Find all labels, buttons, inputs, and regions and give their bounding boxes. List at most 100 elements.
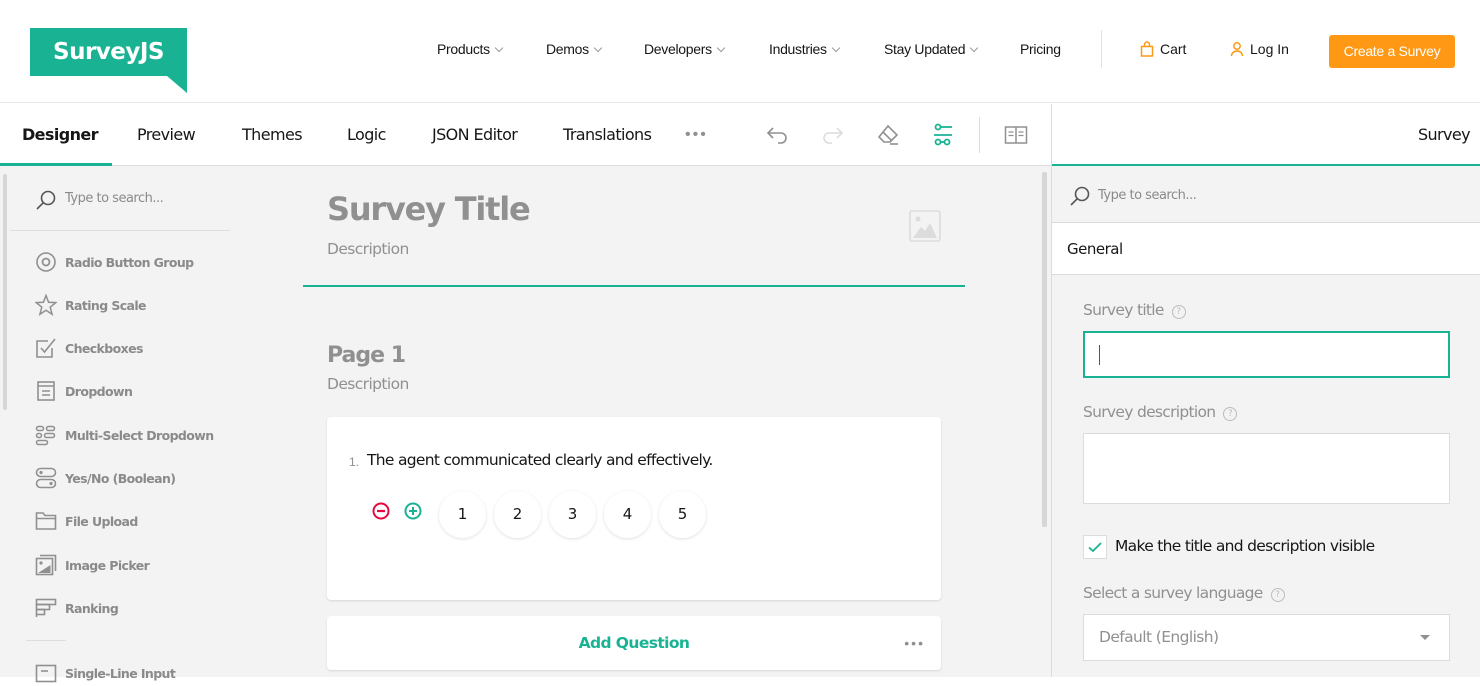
toolbox-item-file-upload[interactable]: File Upload [35, 510, 245, 534]
rate-item-2[interactable]: 2 [494, 491, 541, 538]
toolbox-separator [10, 230, 230, 231]
book-icon [1004, 126, 1028, 144]
add-question-bar: Add Question ••• [327, 616, 941, 670]
redo-button[interactable] [818, 121, 846, 149]
cart-link[interactable]: Cart [1140, 41, 1186, 57]
rate-item-5[interactable]: 5 [659, 491, 706, 538]
chevron-down-icon [593, 43, 603, 53]
tab-translations[interactable]: Translations [563, 104, 652, 166]
page-title[interactable]: Page 1 [327, 343, 406, 368]
text-caret [1099, 345, 1100, 365]
login-link[interactable]: Log In [1230, 41, 1289, 57]
ranking-icon [35, 598, 57, 617]
survey-description-textarea[interactable] [1083, 433, 1450, 504]
tab-json-editor[interactable]: JSON Editor [432, 104, 518, 166]
cart-label: Cart [1160, 41, 1187, 57]
question-title[interactable]: The agent communicated clearly and effec… [367, 451, 713, 469]
rate-item-4[interactable]: 4 [604, 491, 651, 538]
design-surface-scrollbar[interactable] [1042, 172, 1047, 527]
tab-logic[interactable]: Logic [347, 104, 386, 166]
toolbox-item-rating-scale[interactable]: Rating Scale [35, 294, 245, 318]
toolbox-item-multi-select-dropdown[interactable]: Multi-Select Dropdown [35, 424, 245, 448]
tab-survey[interactable]: Survey [1418, 104, 1471, 166]
chevron-down-icon [831, 43, 840, 53]
nav-label: Pricing [1020, 41, 1061, 57]
help-icon[interactable]: ? [1171, 305, 1186, 319]
toolbox-item-label: Ranking [65, 601, 119, 616]
tab-preview[interactable]: Preview [137, 104, 196, 166]
more-tabs-button[interactable]: ••• [685, 104, 708, 166]
image-icon [909, 210, 941, 242]
question-card[interactable]: 1. The agent communicated clearly and ef… [327, 417, 941, 600]
language-select-value: Default (English) [1099, 628, 1219, 646]
settings-sliders-icon [934, 123, 952, 146]
show-title-checkbox-label[interactable]: Make the title and description visible [1115, 537, 1375, 555]
survey-title-label: Survey title? [1083, 301, 1186, 319]
nav-products[interactable]: Products [437, 41, 504, 57]
toolbox-item-dropdown[interactable]: Dropdown [35, 380, 245, 404]
add-question-button[interactable]: Add Question [327, 616, 941, 670]
header-divider [1101, 30, 1102, 68]
help-icon[interactable]: ? [1223, 407, 1238, 421]
settings-button[interactable] [929, 121, 957, 149]
toolbox-item-checkboxes[interactable]: Checkboxes [35, 337, 245, 361]
nav-stay-updated[interactable]: Stay Updated [884, 41, 979, 57]
page-description[interactable]: Description [327, 375, 409, 393]
clear-survey-button[interactable] [874, 121, 902, 149]
survey-title-input[interactable] [1083, 331, 1450, 378]
nav-label: Demos [546, 41, 589, 57]
surveyjs-logo[interactable]: SurveyJS [30, 28, 187, 93]
help-icon[interactable]: ? [1270, 588, 1285, 602]
undo-icon [766, 127, 787, 144]
search-icon [1070, 186, 1090, 206]
survey-logo-placeholder[interactable] [909, 210, 941, 247]
logo-text: SurveyJS [53, 39, 165, 65]
boolean-icon [35, 467, 57, 489]
checkmark-icon [1088, 542, 1102, 553]
category-general-label: General [1067, 240, 1123, 258]
toolbox-item-label: Yes/No (Boolean) [65, 471, 176, 486]
remove-rate-item-button[interactable] [371, 501, 393, 523]
rate-item-3[interactable]: 3 [549, 491, 596, 538]
add-rate-item-button[interactable] [403, 501, 425, 523]
language-label-text: Select a survey language [1083, 584, 1263, 602]
toolbox-item-single-line-input[interactable]: Single-Line Input [35, 662, 245, 686]
multi-select-icon [35, 425, 56, 446]
property-grid-tabbar: Survey [1051, 104, 1480, 166]
survey-title[interactable]: Survey Title [327, 190, 531, 228]
nav-industries[interactable]: Industries [769, 41, 840, 57]
tab-themes[interactable]: Themes [242, 104, 303, 166]
toolbox-item-boolean[interactable]: Yes/No (Boolean) [35, 467, 245, 491]
nav-label: Products [437, 41, 490, 57]
language-select[interactable]: Default (English) [1083, 614, 1450, 661]
survey-description[interactable]: Description [327, 240, 409, 258]
eraser-icon [877, 124, 899, 145]
toolbox-scrollbar[interactable] [3, 174, 7, 410]
toolbox-item-radio-button-group[interactable]: Radio Button Group [35, 251, 245, 275]
documentation-button[interactable] [1002, 121, 1030, 149]
site-header: SurveyJS Products Demos Developers Indus… [0, 0, 1480, 103]
nav-demos[interactable]: Demos [546, 41, 603, 57]
toolbox-item-label: File Upload [65, 514, 138, 529]
image-picker-icon [35, 554, 57, 576]
create-survey-button[interactable]: Create a Survey [1329, 35, 1455, 68]
user-icon [1230, 42, 1244, 57]
show-title-checkbox[interactable] [1083, 535, 1107, 559]
chevron-down-icon [969, 43, 979, 53]
nav-developers[interactable]: Developers [644, 41, 726, 57]
minus-circle-icon [372, 502, 390, 520]
nav-pricing[interactable]: Pricing [1020, 41, 1061, 57]
star-icon [35, 294, 57, 316]
nav-label: Developers [644, 41, 712, 57]
question-type-menu-button[interactable]: ••• [904, 616, 925, 670]
undo-button[interactable] [764, 121, 792, 149]
nav-label: Stay Updated [884, 41, 966, 57]
rate-item-1[interactable]: 1 [439, 491, 486, 538]
toolbox-item-ranking[interactable]: Ranking [35, 597, 245, 621]
category-general[interactable]: General [1052, 223, 1480, 275]
toolbox-item-label: Single-Line Input [65, 666, 176, 681]
tab-designer[interactable]: Designer [22, 104, 99, 166]
toolbox-item-image-picker[interactable]: Image Picker [35, 554, 245, 578]
chevron-down-icon [494, 43, 504, 53]
survey-description-label: Survey description? [1083, 403, 1238, 421]
